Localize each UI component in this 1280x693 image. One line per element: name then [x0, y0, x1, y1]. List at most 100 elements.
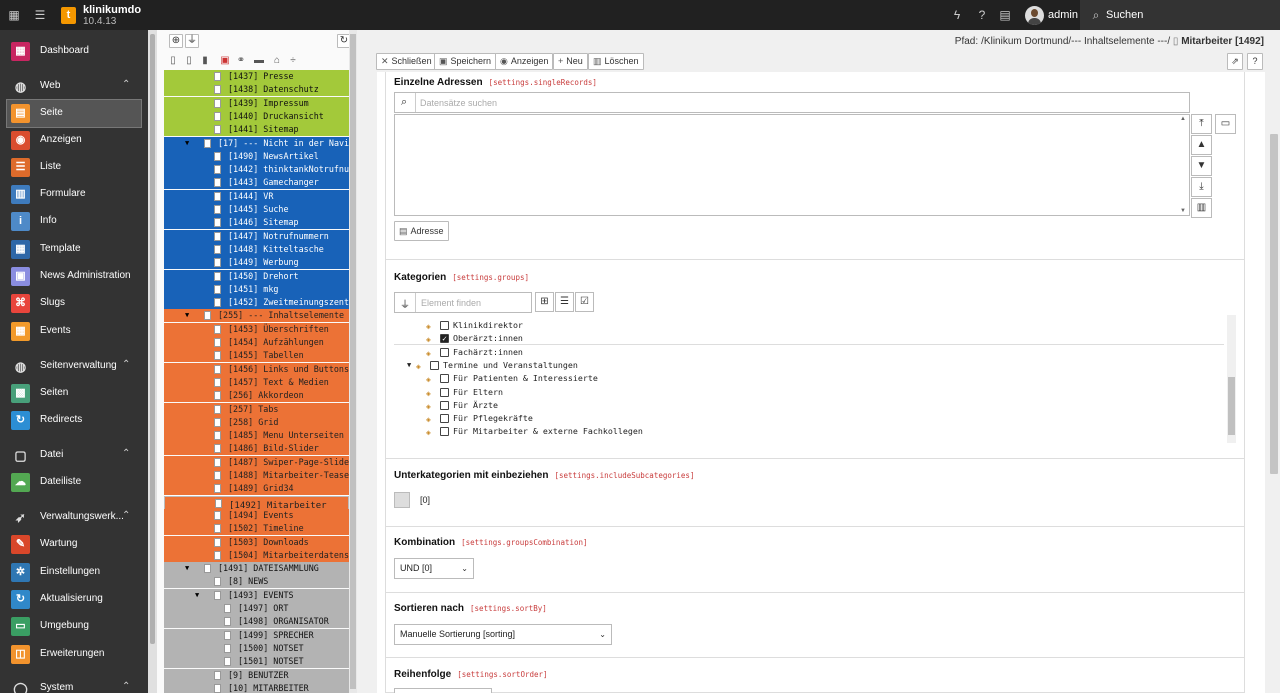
page-icon[interactable]: [214, 391, 221, 401]
module-item-2[interactable]: ▤ Seite: [6, 99, 142, 128]
tree-node[interactable]: ▼ [1493] EVENTS: [164, 588, 349, 602]
page-icon[interactable]: [214, 218, 221, 228]
module-item-19[interactable]: ↻ Aktualisierung: [0, 586, 148, 613]
search-toggle[interactable]: ⌕ Suchen: [1080, 0, 1280, 30]
tree-node[interactable]: [9] BENUTZER: [164, 668, 349, 682]
page-icon[interactable]: [214, 524, 221, 534]
tree-node[interactable]: [1498] ORGANISATOR: [164, 615, 349, 629]
expand-toggle-icon[interactable]: ▼: [185, 137, 189, 150]
tree-node[interactable]: [1443] Gamechanger: [164, 176, 349, 190]
page-icon[interactable]: [214, 231, 221, 241]
chevron-up-icon[interactable]: ⌃: [122, 448, 130, 459]
view-button[interactable]: ◉ Anzeigen: [495, 53, 554, 70]
help-icon[interactable]: ?: [975, 8, 989, 22]
module-menu-scrollbar[interactable]: [148, 30, 157, 693]
page-icon[interactable]: [214, 670, 221, 680]
page-icon[interactable]: [214, 125, 221, 135]
tree-node[interactable]: [1502] Timeline: [164, 522, 349, 536]
tree-node[interactable]: [1442] thinktankNotrufnummern: [164, 163, 349, 177]
filter-icon[interactable]: ⏚: [185, 34, 199, 48]
page-icon[interactable]: [214, 98, 221, 108]
module-item-7[interactable]: ▦ Template: [0, 236, 148, 263]
expand-toggle-icon[interactable]: ▼: [195, 589, 199, 602]
page-icon[interactable]: [214, 324, 221, 334]
page-icon[interactable]: [214, 431, 221, 441]
menu-group-16[interactable]: ➶ Verwaltungswerk... ⌃: [0, 504, 148, 531]
page-icon[interactable]: [214, 298, 221, 308]
tree-node[interactable]: [1450] Drehort: [164, 269, 349, 283]
page-icon[interactable]: [214, 417, 221, 427]
page-icon[interactable]: [214, 550, 221, 560]
page-icon[interactable]: [214, 537, 221, 547]
page-delete-icon[interactable]: ▣: [219, 54, 231, 67]
tree-node[interactable]: ▼ [1491] DATEISAMMLUNG: [164, 562, 349, 576]
tree-node[interactable]: [1497] ORT: [164, 602, 349, 615]
module-item-12[interactable]: ▩ Seiten: [0, 380, 148, 407]
tree-node[interactable]: [1440] Druckansicht: [164, 109, 349, 123]
tree-node[interactable]: [1457] Text & Medien: [164, 375, 349, 389]
tree-node[interactable]: [1501] NOTSET: [164, 655, 349, 669]
collapse-all-icon[interactable]: ☰: [555, 292, 574, 312]
expand-all-icon[interactable]: ⊞: [535, 292, 554, 312]
show-checked-icon[interactable]: ☑: [575, 292, 594, 312]
tree-node[interactable]: [8] NEWS: [164, 575, 349, 589]
trash-icon[interactable]: ⌂: [271, 54, 283, 67]
tree-node[interactable]: [258] Grid: [164, 415, 349, 429]
module-item-8[interactable]: ▣ News Administration: [0, 263, 148, 290]
save-button[interactable]: ▣ Speichern: [434, 53, 497, 70]
combination-select[interactable]: UND [0] ⌄: [394, 558, 474, 579]
system-info-icon[interactable]: ▤: [998, 8, 1012, 22]
menu-toggle-icon[interactable]: ☰: [33, 8, 47, 22]
selected-records-list[interactable]: ▲ ▼: [394, 114, 1190, 216]
tree-node[interactable]: [1485] Menu Unterseiten: [164, 429, 349, 443]
remove-record-button[interactable]: ▥: [1191, 198, 1212, 218]
tree-node[interactable]: [1451] mkg: [164, 282, 349, 296]
add-address-button[interactable]: ▤ Adresse: [394, 221, 449, 241]
page-tree-scrollbar[interactable]: [349, 30, 357, 693]
category-tree-scrollbar[interactable]: [1227, 315, 1236, 443]
page-icon[interactable]: [214, 471, 221, 480]
page-icon[interactable]: [214, 351, 221, 361]
menu-group-1[interactable]: ◍ Web ⌃: [0, 73, 148, 100]
tree-node[interactable]: [1486] Bild-Slider: [164, 442, 349, 456]
move-bottom-button[interactable]: ⤓: [1191, 177, 1212, 197]
expand-toggle-icon[interactable]: ▼: [185, 309, 189, 322]
category-item[interactable]: ▼ ◈ Termine und Veranstaltungen: [394, 359, 1224, 372]
chevron-up-icon[interactable]: ⌃: [122, 79, 130, 90]
avatar[interactable]: [1025, 6, 1044, 25]
username[interactable]: admin: [1048, 9, 1078, 21]
tree-node[interactable]: [1488] Mitarbeiter-Teaser: [164, 469, 349, 482]
module-item-5[interactable]: ▥ Formulare: [0, 181, 148, 208]
category-checkbox[interactable]: [440, 387, 449, 397]
sort-by-select[interactable]: Manuelle Sortierung [sorting] ⌄: [394, 624, 612, 645]
expand-toggle-icon[interactable]: ▼: [185, 562, 189, 575]
page-icon[interactable]: [214, 338, 221, 347]
tree-node[interactable]: [1504] Mitarbeiterdatensätze: [164, 548, 349, 562]
folder-icon[interactable]: ▬: [253, 54, 265, 67]
tree-node[interactable]: [1446] Sitemap: [164, 216, 349, 230]
help-icon[interactable]: ?: [1247, 53, 1263, 70]
page-icon[interactable]: [214, 165, 221, 175]
page-icon[interactable]: [214, 510, 221, 520]
new-button[interactable]: + Neu: [553, 53, 588, 70]
tree-node[interactable]: [1456] Links und Buttons: [164, 362, 349, 376]
tree-node[interactable]: [1437] Presse: [164, 70, 349, 83]
category-item[interactable]: ◈ Für Patienten & Interessierte: [394, 372, 1224, 385]
page-shortcut-icon[interactable]: ▮: [199, 54, 211, 67]
module-item-17[interactable]: ✎ Wartung: [0, 531, 148, 558]
page-copy-icon[interactable]: ▯: [183, 54, 195, 67]
page-icon[interactable]: [224, 657, 231, 667]
category-filter-input[interactable]: ⏚ Element finden: [394, 292, 532, 313]
record-search-input[interactable]: ⌕ Datensätze suchen: [394, 92, 1190, 113]
typo3-logo[interactable]: t: [61, 7, 76, 24]
category-item[interactable]: ◈ Für Mitarbeiter & externe Fachkollegen: [394, 425, 1224, 438]
flash-icon[interactable]: ϟ: [950, 8, 964, 22]
open-new-window-icon[interactable]: ⇗: [1227, 53, 1243, 70]
page-icon[interactable]: [214, 404, 221, 414]
page-icon[interactable]: [204, 564, 211, 574]
content-scrollbar[interactable]: [1268, 72, 1280, 693]
module-item-10[interactable]: ▦ Events: [0, 318, 148, 345]
category-item[interactable]: ◈ Für Pflegekräfte: [394, 412, 1224, 425]
page-icon[interactable]: [214, 284, 221, 294]
category-checkbox[interactable]: ✓: [440, 334, 449, 344]
